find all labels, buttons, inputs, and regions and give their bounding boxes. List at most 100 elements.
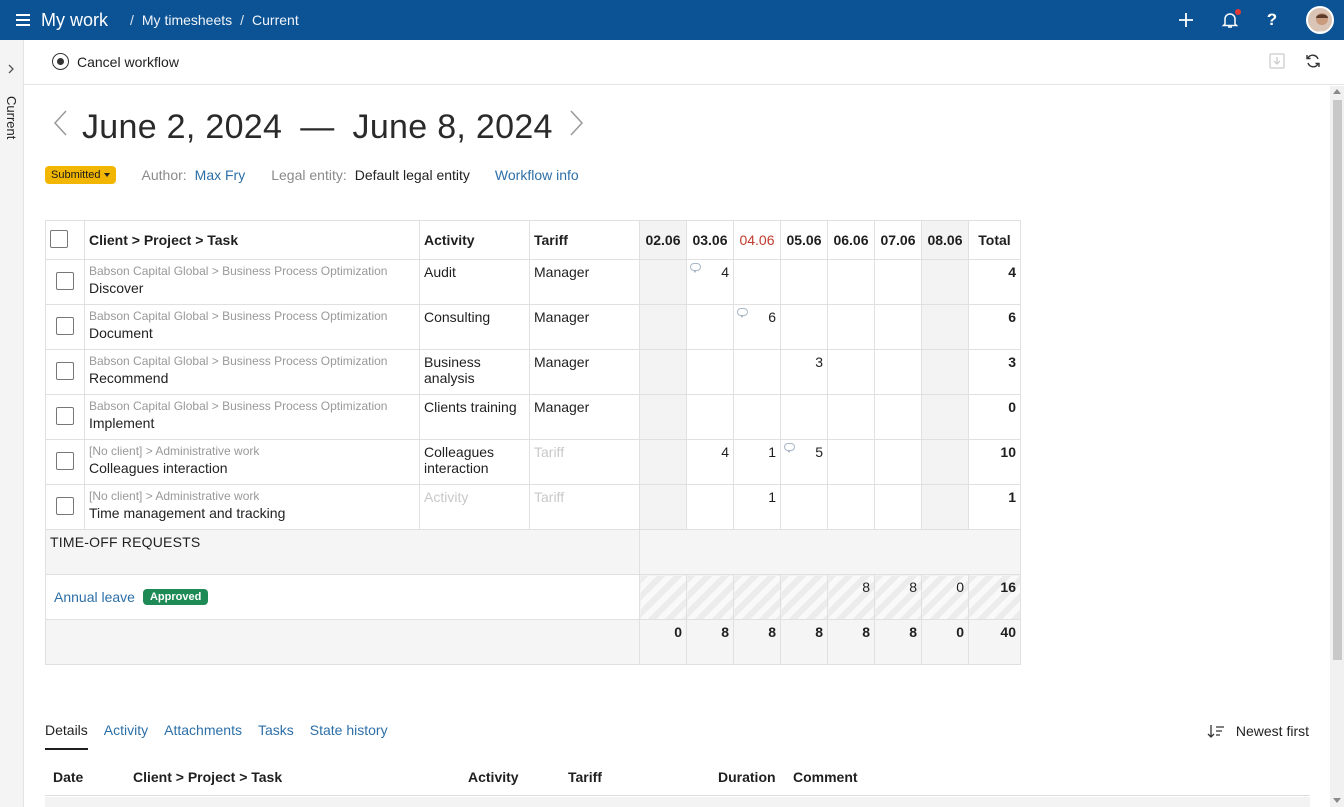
details-column-date[interactable]: Date — [53, 769, 83, 785]
hours-cell[interactable] — [874, 439, 922, 485]
sidebar-label[interactable]: Current — [4, 96, 19, 139]
breadcrumb-my-timesheets[interactable]: My timesheets — [142, 12, 232, 28]
column-header-tariff[interactable]: Tariff — [529, 220, 640, 260]
hours-cell[interactable] — [921, 484, 969, 530]
comment-icon[interactable] — [690, 263, 701, 273]
tariff-cell[interactable]: Manager — [529, 304, 640, 350]
status-dropdown[interactable]: Submitted — [45, 166, 116, 184]
hours-cell[interactable] — [733, 259, 781, 305]
hours-cell[interactable] — [639, 304, 687, 350]
column-header-activity[interactable]: Activity — [419, 220, 530, 260]
tariff-cell-placeholder[interactable]: Tariff — [529, 484, 640, 530]
hours-cell[interactable] — [921, 304, 969, 350]
sort-button[interactable]: Newest first — [1207, 723, 1309, 739]
tab-state-history[interactable]: State history — [310, 722, 388, 750]
row-checkbox[interactable] — [56, 496, 74, 515]
hours-cell[interactable] — [639, 484, 687, 530]
hours-cell[interactable] — [921, 439, 969, 485]
row-checkbox[interactable] — [56, 451, 74, 470]
refresh-icon[interactable] — [1304, 52, 1322, 75]
add-icon[interactable] — [1174, 8, 1198, 32]
hours-cell[interactable] — [780, 259, 828, 305]
hours-cell[interactable] — [686, 484, 734, 530]
hours-cell[interactable] — [639, 259, 687, 305]
hours-cell[interactable]: 3 — [780, 349, 828, 395]
hours-cell[interactable] — [780, 484, 828, 530]
table-row[interactable]: Babson Capital Global > Business Process… — [45, 259, 1021, 305]
vertical-scrollbar[interactable] — [1330, 86, 1344, 807]
tariff-cell[interactable]: Manager — [529, 349, 640, 395]
hours-cell[interactable] — [686, 304, 734, 350]
scroll-up-arrow-icon[interactable] — [1333, 89, 1341, 94]
hours-cell[interactable] — [639, 349, 687, 395]
tariff-cell-placeholder[interactable]: Tariff — [529, 439, 640, 485]
comment-icon[interactable] — [737, 308, 748, 318]
hours-cell[interactable] — [874, 394, 922, 440]
workflow-info-link[interactable]: Workflow info — [495, 167, 579, 183]
scrollbar-thumb[interactable] — [1333, 100, 1342, 660]
details-column-duration[interactable]: Duration — [718, 769, 776, 785]
tab-attachments[interactable]: Attachments — [164, 722, 242, 750]
task-cell[interactable]: [No client] > Administrative work Time ma… — [84, 484, 420, 530]
app-title[interactable]: My work — [41, 10, 108, 31]
hours-cell[interactable] — [827, 484, 875, 530]
table-row[interactable]: Babson Capital Global > Business Process… — [45, 349, 1021, 395]
hours-cell[interactable] — [827, 259, 875, 305]
hours-cell[interactable] — [921, 349, 969, 395]
hours-cell[interactable] — [921, 259, 969, 305]
table-row[interactable]: Babson Capital Global > Business Process… — [45, 394, 1021, 440]
row-checkbox[interactable] — [56, 406, 74, 425]
comment-icon[interactable] — [784, 443, 795, 453]
hours-cell[interactable] — [874, 259, 922, 305]
hours-cell[interactable] — [827, 394, 875, 440]
table-row[interactable]: [No client] > Administrative work Colleag… — [45, 439, 1021, 485]
hours-cell[interactable] — [733, 349, 781, 395]
task-cell[interactable]: Babson Capital Global > Business Process… — [84, 394, 420, 440]
hours-cell[interactable] — [733, 394, 781, 440]
download-icon[interactable] — [1268, 52, 1286, 75]
scroll-down-arrow-icon[interactable] — [1333, 798, 1341, 803]
select-all-checkbox[interactable] — [50, 229, 68, 248]
hours-cell[interactable] — [827, 304, 875, 350]
details-column-comment[interactable]: Comment — [793, 769, 858, 785]
row-checkbox[interactable] — [56, 271, 74, 290]
leave-row[interactable]: Annual leave Approved 8 8 0 16 — [45, 574, 1021, 620]
hours-cell[interactable] — [874, 484, 922, 530]
task-cell[interactable]: Babson Capital Global > Business Process… — [84, 259, 420, 305]
notifications-bell-icon[interactable] — [1218, 8, 1242, 32]
hours-cell[interactable]: 4 — [686, 259, 734, 305]
author-link[interactable]: Max Fry — [195, 167, 246, 183]
task-cell[interactable]: [No client] > Administrative work Colleag… — [84, 439, 420, 485]
activity-cell-placeholder[interactable]: Activity — [419, 484, 530, 530]
hours-cell[interactable] — [780, 394, 828, 440]
hours-cell[interactable] — [780, 304, 828, 350]
row-checkbox[interactable] — [56, 316, 74, 335]
hours-cell[interactable]: 6 — [733, 304, 781, 350]
activity-cell[interactable]: Audit — [419, 259, 530, 305]
hours-cell[interactable] — [686, 394, 734, 440]
previous-week-chevron-icon[interactable] — [52, 108, 68, 147]
details-column-task[interactable]: Client > Project > Task — [133, 769, 282, 785]
hours-cell[interactable] — [874, 349, 922, 395]
hours-cell[interactable] — [827, 349, 875, 395]
tariff-cell[interactable]: Manager — [529, 394, 640, 440]
expand-sidebar-chevron-icon[interactable] — [5, 62, 17, 80]
hours-cell[interactable] — [874, 304, 922, 350]
hours-cell[interactable] — [639, 394, 687, 440]
next-week-chevron-icon[interactable] — [569, 108, 585, 147]
cancel-workflow-button[interactable]: Cancel workflow — [52, 53, 179, 70]
table-row[interactable]: [No client] > Administrative work Time ma… — [45, 484, 1021, 530]
table-row[interactable]: Babson Capital Global > Business Process… — [45, 304, 1021, 350]
tab-tasks[interactable]: Tasks — [258, 722, 294, 750]
avatar[interactable] — [1306, 6, 1334, 34]
hours-cell[interactable] — [921, 394, 969, 440]
hours-cell[interactable] — [827, 439, 875, 485]
help-icon[interactable]: ? — [1260, 8, 1284, 32]
task-cell[interactable]: Babson Capital Global > Business Process… — [84, 349, 420, 395]
tab-activity[interactable]: Activity — [104, 722, 148, 750]
row-checkbox[interactable] — [56, 361, 74, 380]
hours-cell[interactable]: 4 — [686, 439, 734, 485]
hours-cell[interactable]: 1 — [733, 439, 781, 485]
activity-cell[interactable]: Colleagues interaction — [419, 439, 530, 485]
hours-cell[interactable] — [639, 439, 687, 485]
